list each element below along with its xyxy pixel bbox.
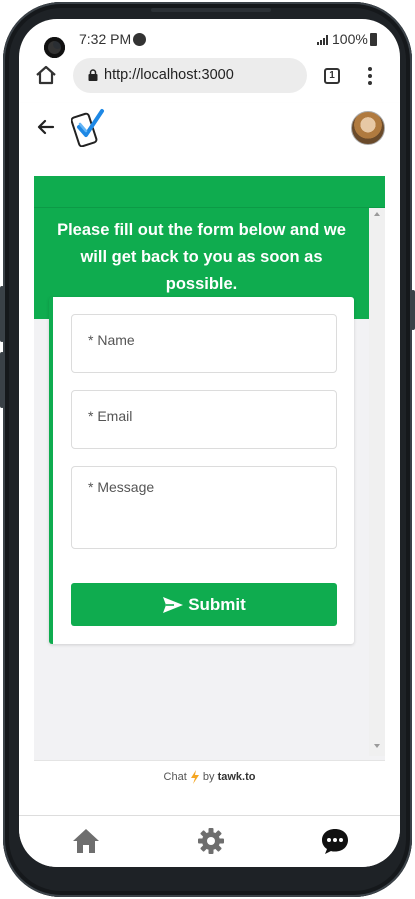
chat-widget: Please fill out the form below and we wi… bbox=[34, 176, 385, 792]
volume-button bbox=[0, 286, 4, 342]
right-button bbox=[411, 290, 415, 330]
address-bar[interactable]: http://localhost:3000 bbox=[73, 58, 307, 93]
status-bar: 7:32 PM 100% bbox=[19, 31, 400, 49]
scroll-down-icon[interactable] bbox=[374, 744, 380, 748]
widget-top-bar bbox=[34, 176, 385, 208]
tab-switcher-button[interactable]: 1 bbox=[324, 68, 340, 84]
power-button bbox=[0, 352, 4, 408]
widget-footer[interactable]: Chat by tawk.to bbox=[34, 760, 385, 792]
app-logo[interactable] bbox=[71, 107, 105, 147]
submit-button[interactable]: Submit bbox=[71, 583, 337, 626]
speaker-slit bbox=[151, 8, 271, 12]
footer-brand: tawk.to bbox=[217, 771, 256, 783]
avatar[interactable] bbox=[351, 111, 385, 145]
app-header bbox=[19, 103, 400, 155]
email-field[interactable]: * Email bbox=[71, 390, 337, 449]
battery-percent: 100% bbox=[332, 31, 368, 47]
browser-home-icon[interactable] bbox=[35, 64, 57, 86]
browser-toolbar: http://localhost:3000 1 bbox=[19, 55, 400, 101]
message-field[interactable]: * Message bbox=[71, 466, 337, 549]
status-time: 7:32 PM bbox=[79, 31, 132, 47]
offline-form: * Name * Email * Message Submit bbox=[49, 297, 354, 644]
scrollbar[interactable] bbox=[369, 208, 385, 756]
screen: 7:32 PM 100% http://localhost:3000 1 Ple… bbox=[19, 19, 400, 867]
message-placeholder: * Message bbox=[88, 479, 155, 495]
bottom-navigation bbox=[19, 815, 400, 867]
widget-divider bbox=[34, 207, 385, 208]
email-placeholder: * Email bbox=[88, 408, 133, 424]
scroll-up-icon[interactable] bbox=[374, 212, 380, 216]
spotify-icon bbox=[133, 33, 146, 46]
name-placeholder: * Name bbox=[88, 332, 135, 348]
battery-icon bbox=[370, 33, 377, 46]
browser-menu-icon[interactable] bbox=[367, 67, 373, 85]
lock-icon bbox=[88, 69, 98, 81]
chat-icon[interactable] bbox=[320, 826, 350, 856]
footer-by-text: by bbox=[202, 771, 215, 783]
gear-icon[interactable] bbox=[196, 826, 226, 856]
submit-label: Submit bbox=[188, 594, 246, 614]
signal-icon bbox=[317, 35, 328, 45]
name-field[interactable]: * Name bbox=[71, 314, 337, 373]
url-text: http://localhost:3000 bbox=[104, 67, 234, 83]
home-icon[interactable] bbox=[71, 826, 101, 856]
send-icon bbox=[163, 596, 184, 613]
back-arrow-icon[interactable] bbox=[37, 118, 55, 136]
lightning-icon bbox=[190, 770, 199, 785]
footer-chat-text: Chat bbox=[163, 771, 187, 783]
